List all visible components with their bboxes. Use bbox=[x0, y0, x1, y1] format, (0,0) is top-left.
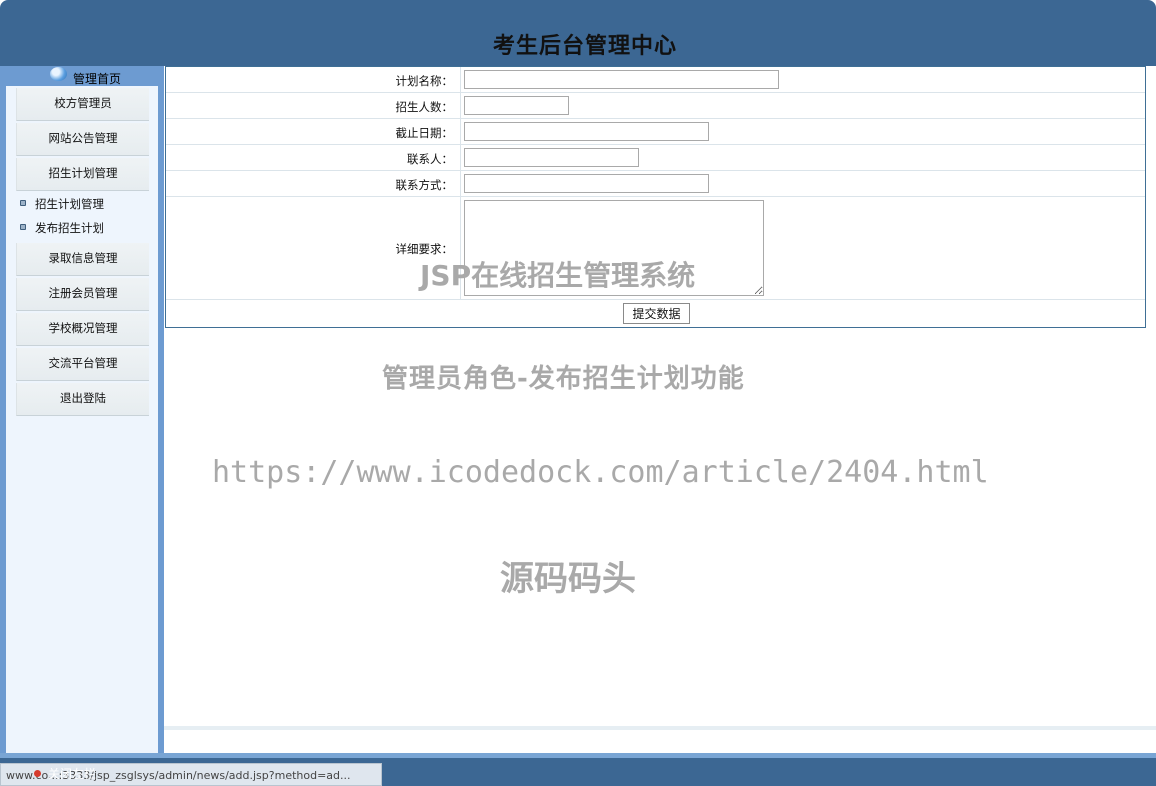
sidebar-item-school-overview[interactable]: 学校概况管理 bbox=[16, 313, 149, 346]
page-title: 考生后台管理中心 bbox=[492, 34, 677, 59]
form-row-plan-name: 计划名称： bbox=[166, 67, 1145, 93]
contact-method-input[interactable] bbox=[464, 174, 709, 193]
watermark-url: https://www.icodedock.com/article/2404.h… bbox=[212, 455, 989, 490]
close-dot-icon bbox=[34, 770, 41, 777]
globe-icon bbox=[50, 67, 67, 81]
sidebar-item-logout[interactable]: 退出登陆 bbox=[16, 383, 149, 416]
row-divider bbox=[460, 119, 461, 144]
watermark-brand: 源码码头 bbox=[500, 559, 636, 599]
form-row-enrollment-count: 招生人数： bbox=[166, 93, 1145, 119]
header-bar: 考生后台管理中心 bbox=[0, 0, 1156, 66]
enrollment-count-label: 招生人数： bbox=[395, 100, 454, 114]
bullet-icon bbox=[20, 200, 26, 206]
sidebar-item-members[interactable]: 注册会员管理 bbox=[16, 278, 149, 311]
main-content: 计划名称： 招生人数： 截止日期： 联系人： 联系方式： 详细要求： 提交数据 … bbox=[164, 66, 1156, 753]
enrollment-count-input[interactable] bbox=[464, 96, 569, 115]
sidebar-home-label[interactable]: 管理首页 bbox=[73, 70, 121, 87]
plan-name-label: 计划名称： bbox=[395, 74, 454, 88]
contact-person-label: 联系人： bbox=[407, 152, 453, 166]
deadline-input[interactable] bbox=[464, 122, 709, 141]
watermark-feature: 管理员角色-发布招生计划功能 bbox=[382, 364, 745, 394]
sidebar-menu: 校方管理员 网站公告管理 招生计划管理 招生计划管理 发布招生计划 录取信息管理… bbox=[6, 86, 158, 753]
sidebar-item-enrollment-plans[interactable]: 招生计划管理 bbox=[16, 158, 149, 191]
contact-person-input[interactable] bbox=[464, 148, 639, 167]
close-sidebar-link[interactable]: 关闭左栏 bbox=[48, 765, 96, 782]
row-divider bbox=[460, 93, 461, 118]
row-divider bbox=[460, 145, 461, 170]
form-row-contact-person: 联系人： bbox=[166, 145, 1145, 171]
sidebar-home[interactable]: 管理首页 bbox=[0, 66, 164, 86]
sidebar-item-admissions[interactable]: 录取信息管理 bbox=[16, 243, 149, 276]
left-sidebar: 管理首页 校方管理员 网站公告管理 招生计划管理 招生计划管理 发布招生计划 录… bbox=[0, 66, 164, 753]
form-row-deadline: 截止日期： bbox=[166, 119, 1145, 145]
sidebar-item-announcements[interactable]: 网站公告管理 bbox=[16, 123, 149, 156]
deadline-label: 截止日期： bbox=[395, 126, 454, 140]
sidebar-subitem-label[interactable]: 招生计划管理 bbox=[35, 196, 104, 212]
plan-name-input[interactable] bbox=[464, 70, 779, 89]
submit-button[interactable]: 提交数据 bbox=[623, 303, 690, 324]
sidebar-subitem-label[interactable]: 发布招生计划 bbox=[35, 220, 104, 236]
footer-top-strip bbox=[0, 753, 1156, 758]
watermark-system-name: JSP在线招生管理系统 bbox=[420, 259, 696, 292]
bullet-icon bbox=[20, 224, 26, 230]
contact-method-label: 联系方式： bbox=[395, 178, 454, 192]
content-bottom-divider bbox=[164, 726, 1156, 730]
row-divider bbox=[460, 67, 461, 92]
row-divider bbox=[460, 171, 461, 196]
sidebar-item-school-admin[interactable]: 校方管理员 bbox=[16, 88, 149, 121]
sidebar-item-forum[interactable]: 交流平台管理 bbox=[16, 348, 149, 381]
form-row-contact-method: 联系方式： bbox=[166, 171, 1145, 197]
